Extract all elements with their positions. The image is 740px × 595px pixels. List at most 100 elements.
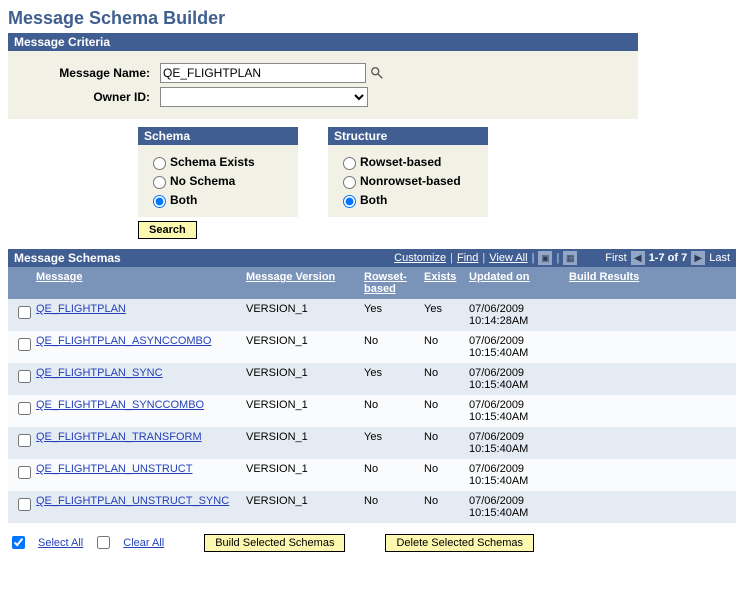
row-checkbox[interactable] [18,338,31,351]
results-cell [563,491,736,523]
delete-button[interactable]: Delete Selected Schemas [385,534,534,552]
message-link[interactable]: QE_FLIGHTPLAN [36,303,126,315]
col-message[interactable]: Message [30,267,240,299]
rowset-cell: No [358,491,418,523]
table-row: QE_FLIGHTPLANVERSION_1YesYes07/06/2009 1… [8,299,736,331]
table-row: QE_FLIGHTPLAN_ASYNCCOMBOVERSION_1NoNo07/… [8,331,736,363]
owner-id-label: Owner ID: [20,90,160,104]
separator: | [482,252,485,264]
message-name-label: Message Name: [20,66,160,80]
message-link[interactable]: QE_FLIGHTPLAN_UNSTRUCT_SYNC [36,495,229,507]
select-all-checkbox[interactable] [12,536,25,549]
radio-option: Both [338,192,478,208]
radio-option: No Schema [148,173,288,189]
exists-cell: No [418,459,463,491]
radio-label: Both [360,193,387,207]
radio-option: Rowset-based [338,154,478,170]
radio-label: Nonrowset-based [360,174,461,188]
row-checkbox[interactable] [18,434,31,447]
customize-link[interactable]: Customize [394,252,446,264]
next-icon[interactable]: ▶ [691,251,705,265]
results-cell [563,331,736,363]
zoom-icon[interactable]: ▣ [538,251,552,265]
message-link[interactable]: QE_FLIGHTPLAN_UNSTRUCT [36,463,192,475]
schema-radio[interactable] [153,176,166,189]
criteria-header: Message Criteria [8,33,638,51]
col-exists[interactable]: Exists [418,267,463,299]
message-link[interactable]: QE_FLIGHTPLAN_TRANSFORM [36,431,202,443]
structure-header: Structure [328,127,488,145]
radio-label: Rowset-based [360,155,441,169]
results-cell [563,395,736,427]
radio-label: Both [170,193,197,207]
table-row: QE_FLIGHTPLAN_UNSTRUCTVERSION_1NoNo07/06… [8,459,736,491]
clear-all-link[interactable]: Clear All [123,537,164,549]
version-cell: VERSION_1 [240,427,358,459]
row-checkbox[interactable] [18,370,31,383]
col-version[interactable]: Message Version [240,267,358,299]
row-checkbox[interactable] [18,498,31,511]
col-rowset[interactable]: Rowset-based [358,267,418,299]
select-all-link[interactable]: Select All [38,537,83,549]
separator: | [532,252,535,264]
radio-option: Nonrowset-based [338,173,478,189]
grid-title: Message Schemas [14,251,394,265]
view-all-link[interactable]: View All [489,252,527,264]
clear-all-checkbox[interactable] [97,536,110,549]
rowset-cell: No [358,331,418,363]
version-cell: VERSION_1 [240,299,358,331]
exists-cell: No [418,363,463,395]
structure-radio[interactable] [343,195,356,208]
last-label[interactable]: Last [709,252,730,264]
message-link[interactable]: QE_FLIGHTPLAN_ASYNCCOMBO [36,335,211,347]
updated-cell: 07/06/2009 10:15:40AM [463,459,563,491]
results-cell [563,363,736,395]
search-button[interactable]: Search [138,221,197,239]
row-checkbox[interactable] [18,466,31,479]
lookup-icon[interactable] [370,66,384,80]
first-label[interactable]: First [605,252,626,264]
owner-id-select[interactable] [160,87,368,107]
build-button[interactable]: Build Selected Schemas [204,534,345,552]
radio-option: Schema Exists [148,154,288,170]
exists-cell: No [418,331,463,363]
col-select [8,267,30,299]
version-cell: VERSION_1 [240,459,358,491]
col-results[interactable]: Build Results [563,267,736,299]
structure-radio[interactable] [343,176,356,189]
grid-panel: Message Schemas Customize | Find | View … [8,249,736,523]
col-updated[interactable]: Updated on [463,267,563,299]
version-cell: VERSION_1 [240,491,358,523]
table-row: QE_FLIGHTPLAN_UNSTRUCT_SYNCVERSION_1NoNo… [8,491,736,523]
exists-cell: No [418,395,463,427]
results-cell [563,299,736,331]
schema-radio[interactable] [153,195,166,208]
table-row: QE_FLIGHTPLAN_SYNCCOMBOVERSION_1NoNo07/0… [8,395,736,427]
exists-cell: Yes [418,299,463,331]
updated-cell: 07/06/2009 10:15:40AM [463,427,563,459]
prev-icon[interactable]: ◀ [631,251,645,265]
updated-cell: 07/06/2009 10:14:28AM [463,299,563,331]
message-link[interactable]: QE_FLIGHTPLAN_SYNCCOMBO [36,399,204,411]
results-cell [563,427,736,459]
row-checkbox[interactable] [18,402,31,415]
message-name-input[interactable] [160,63,366,83]
rowset-cell: No [358,395,418,427]
structure-group: Structure Rowset-based Nonrowset-based Bot… [328,127,488,217]
rowset-cell: Yes [358,299,418,331]
row-checkbox[interactable] [18,306,31,319]
version-cell: VERSION_1 [240,363,358,395]
find-link[interactable]: Find [457,252,478,264]
message-link[interactable]: QE_FLIGHTPLAN_SYNC [36,367,163,379]
criteria-panel: Message Criteria Message Name: Owner ID: [8,33,638,119]
separator: | [450,252,453,264]
rowset-cell: No [358,459,418,491]
download-icon[interactable]: ▦ [563,251,577,265]
separator: | [556,252,559,264]
structure-radio[interactable] [343,157,356,170]
updated-cell: 07/06/2009 10:15:40AM [463,491,563,523]
schema-table: Message Message Version Rowset-based Exi… [8,267,736,523]
results-cell [563,459,736,491]
schema-group: Schema Schema ExistsNo SchemaBoth [138,127,298,217]
schema-radio[interactable] [153,157,166,170]
